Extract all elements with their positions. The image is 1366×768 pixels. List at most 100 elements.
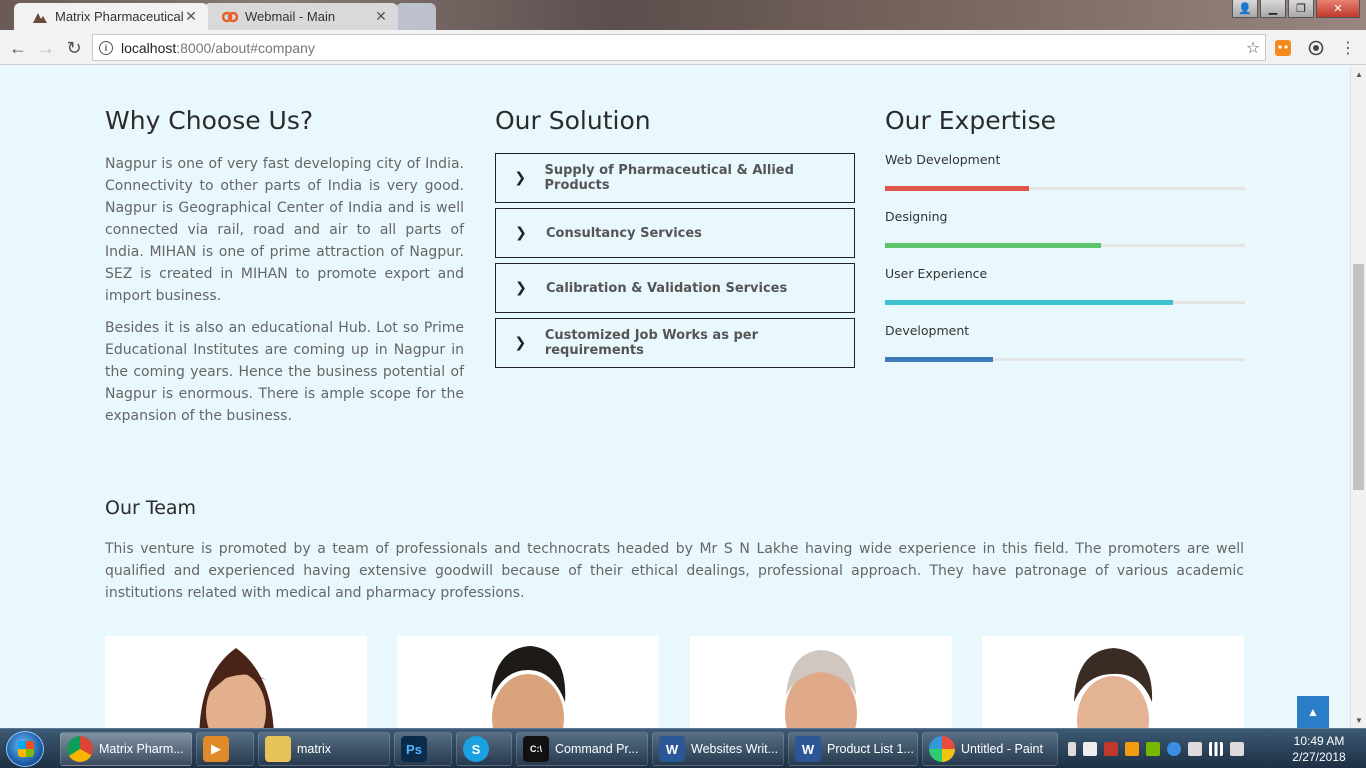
tab-title: Webmail - Main (245, 9, 336, 24)
solution-item[interactable]: ❯ Supply of Pharmaceutical & Allied Prod… (495, 153, 855, 203)
start-button[interactable] (6, 731, 44, 767)
team-member-photo (785, 650, 857, 728)
team-member-card[interactable] (982, 636, 1244, 728)
bookmark-star-icon[interactable]: ☆ (1241, 38, 1265, 58)
url-path: :8000/about#company (176, 39, 315, 56)
skill-progress-fill (885, 300, 1173, 305)
clock-date: 2/27/2018 (1292, 750, 1346, 764)
taskbar-item-command-prompt[interactable]: C:\ Command Pr... (516, 732, 648, 766)
skill-progress-fill (885, 357, 993, 362)
skill-progress-fill (885, 186, 1029, 191)
restore-button[interactable]: ❐ (1288, 0, 1314, 18)
taskbar-item-paint[interactable]: Untitled - Paint (922, 732, 1058, 766)
photoshop-icon: Ps (401, 736, 427, 762)
minimize-button[interactable]: ▁ (1260, 0, 1286, 18)
team-member-card[interactable] (690, 636, 952, 728)
signal-icon[interactable] (1209, 742, 1223, 756)
team-description: This venture is promoted by a team of pr… (105, 541, 1244, 601)
forward-arrow-icon[interactable]: → (34, 36, 58, 60)
team-member-card[interactable] (397, 636, 659, 728)
team-member-card[interactable] (105, 636, 367, 728)
power-icon[interactable] (1167, 742, 1181, 756)
close-window-button[interactable]: ✕ (1316, 0, 1360, 18)
chevron-right-icon: ❯ (515, 280, 527, 296)
windows-taskbar: Matrix Pharm... ▶ matrix Ps S C:\ Comman… (0, 728, 1366, 768)
chrome-icon (67, 736, 93, 762)
solution-item-label: Consultancy Services (546, 225, 702, 241)
skill-label: Web Development (885, 152, 1001, 167)
skill-progress-fill (885, 243, 1101, 248)
word-icon: W (795, 736, 821, 762)
url-host: localhost (121, 39, 177, 56)
taskbar-item-label: Untitled - Paint (961, 742, 1043, 756)
taskbar-item-word-product-list[interactable]: W Product List 1... (788, 732, 918, 766)
extension-icon[interactable] (1273, 38, 1293, 58)
paint-icon (929, 736, 955, 762)
back-arrow-icon[interactable]: ← (6, 36, 30, 60)
solution-heading: Our Solution (495, 106, 651, 135)
scroll-to-top-button[interactable]: ▲ (1297, 696, 1329, 728)
page-scrollbar[interactable]: ▲ ▼ (1350, 66, 1366, 728)
xampp-icon[interactable] (1125, 742, 1139, 756)
taskbar-item-label: Matrix Pharm... (99, 742, 184, 756)
close-tab-icon[interactable]: ✕ (184, 8, 198, 25)
team-member-photo (1074, 648, 1153, 728)
solution-item[interactable]: ❯ Customized Job Works as per requiremen… (495, 318, 855, 368)
tab-matrix-pharmaceuticals[interactable]: Matrix Pharmaceuticals, I ✕ (14, 3, 208, 30)
solution-item[interactable]: ❯ Consultancy Services (495, 208, 855, 258)
solution-item-label: Calibration & Validation Services (546, 280, 788, 296)
system-tray (1062, 729, 1282, 768)
tab-title: Matrix Pharmaceuticals, I (55, 9, 184, 24)
skill-progress-bar (885, 186, 1245, 191)
skype-icon: S (463, 736, 489, 762)
device-icon[interactable] (1083, 742, 1097, 756)
browser-toolbar: ← → ↻ i localhost :8000/about#company ☆ … (0, 30, 1366, 65)
new-tab-button[interactable] (396, 3, 436, 30)
skill-progress-bar (885, 357, 1245, 362)
team-heading: Our Team (105, 497, 197, 519)
volume-muted-icon[interactable] (1230, 742, 1244, 756)
nvidia-icon[interactable] (1146, 742, 1160, 756)
windows-logo-icon (18, 741, 34, 757)
close-tab-icon[interactable]: ✕ (374, 8, 388, 25)
taskbar-item-word-websites[interactable]: W Websites Writ... (652, 732, 784, 766)
action-center-flag-icon[interactable] (1188, 742, 1202, 756)
scroll-up-arrow-icon[interactable]: ▲ (1351, 66, 1366, 82)
taskbar-item-photoshop[interactable]: Ps (394, 732, 452, 766)
page-content: Why Choose Us? Nagpur is one of very fas… (0, 66, 1350, 728)
battery-icon[interactable] (1068, 742, 1076, 756)
solution-item-label: Customized Job Works as per requirements (544, 328, 759, 358)
reload-icon[interactable]: ↻ (62, 36, 86, 60)
matrix-logo-icon (33, 12, 47, 23)
menu-icon[interactable]: ⋮ (1338, 38, 1358, 58)
folder-icon (265, 736, 291, 762)
scroll-down-arrow-icon[interactable]: ▼ (1351, 712, 1366, 728)
scrollbar-thumb[interactable] (1353, 264, 1364, 490)
taskbar-item-folder[interactable]: matrix (258, 732, 390, 766)
team-member-photo (199, 648, 274, 728)
cpanel-icon (222, 11, 238, 22)
solution-item[interactable]: ❯ Calibration & Validation Services (495, 263, 855, 313)
address-bar[interactable]: i localhost :8000/about#company ☆ (92, 34, 1266, 61)
tab-webmail[interactable]: Webmail - Main ✕ (204, 3, 398, 30)
record-extension-icon[interactable] (1306, 38, 1326, 58)
skill-label: User Experience (885, 266, 988, 281)
skill-progress-bar (885, 243, 1245, 248)
system-clock[interactable]: 10:49 AM 2/27/2018 (1284, 733, 1354, 765)
taskbar-item-label: Command Pr... (555, 742, 639, 756)
word-icon: W (659, 736, 685, 762)
info-icon[interactable]: i (99, 40, 113, 55)
taskbar-item-label: Websites Writ... (691, 742, 779, 756)
q-app-icon[interactable] (1104, 742, 1118, 756)
chevron-right-icon: ❯ (514, 170, 527, 186)
skill-progress-bar (885, 300, 1245, 305)
browser-titlebar: Matrix Pharmaceuticals, I ✕ Webmail - Ma… (0, 0, 1366, 30)
user-icon[interactable]: 👤 (1232, 0, 1258, 18)
chevron-right-icon: ❯ (514, 335, 527, 351)
taskbar-item-media-player[interactable]: ▶ (196, 732, 254, 766)
taskbar-item-chrome[interactable]: Matrix Pharm... (60, 732, 192, 766)
taskbar-item-skype[interactable]: S (456, 732, 512, 766)
why-choose-heading: Why Choose Us? (105, 106, 314, 135)
window-controls: 👤 ▁ ❐ ✕ (1232, 0, 1360, 18)
team-member-photo (491, 646, 566, 728)
